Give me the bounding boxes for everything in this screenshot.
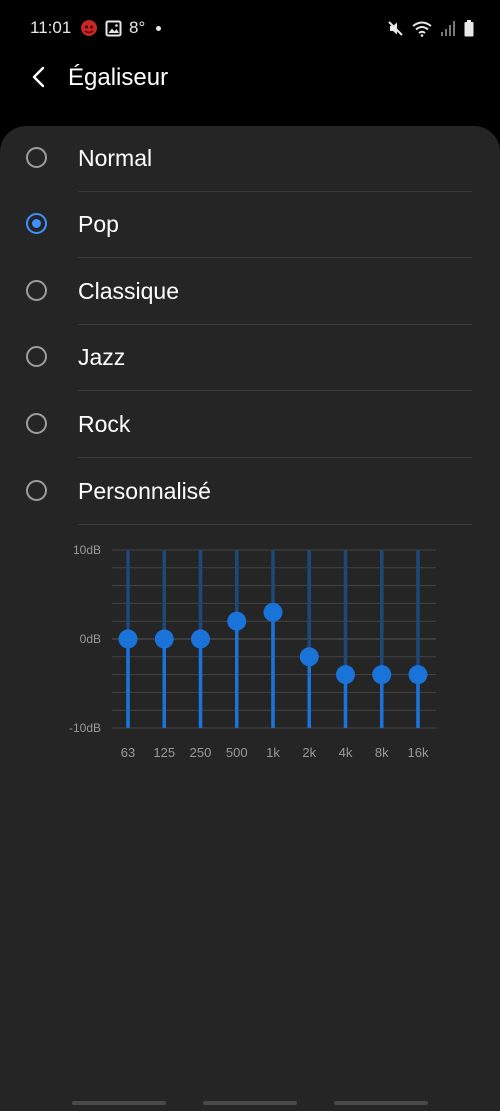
preset-normal[interactable]: Normal	[0, 126, 500, 192]
back-button[interactable]	[24, 62, 54, 92]
x-tick-label: 1k	[266, 745, 280, 760]
preset-classique[interactable]: Classique	[0, 259, 500, 325]
mute-icon	[388, 20, 403, 36]
status-icons-right	[387, 17, 474, 39]
divider	[78, 390, 472, 391]
preset-pop[interactable]: Pop	[0, 192, 500, 258]
preset-rock[interactable]: Rock	[0, 392, 500, 458]
slider-thumb	[191, 629, 210, 649]
nav-recents-button[interactable]	[72, 1101, 166, 1105]
x-tick-label: 250	[190, 745, 212, 760]
app-bar: Égaliseur	[0, 58, 500, 98]
preset-label: Jazz	[78, 344, 126, 370]
preset-label: Pop	[78, 211, 119, 237]
preset-label: Normal	[78, 145, 153, 171]
x-tick-label: 500	[226, 745, 248, 760]
preset-label: Rock	[78, 411, 131, 437]
x-tick-label: 2k	[302, 745, 316, 760]
page-title: Égaliseur	[68, 64, 169, 91]
x-tick-label: 8k	[375, 745, 389, 760]
navigation-bar	[0, 1091, 500, 1111]
x-tick-label: 4k	[339, 745, 353, 760]
y-tick-label: 10dB	[73, 543, 101, 557]
divider	[78, 457, 472, 458]
status-time: 11:01	[30, 18, 72, 37]
radio-button[interactable]	[26, 413, 47, 434]
equalizer-chart: 10dB 0dB -10dB 63 125 250 500 1k 2k 4k 8k 16k	[69, 543, 436, 760]
nav-back-button[interactable]	[334, 1101, 428, 1105]
signal-icon	[441, 20, 455, 36]
radio-button[interactable]	[26, 280, 47, 301]
radio-button-selected[interactable]	[26, 213, 47, 234]
chevron-left-icon	[32, 66, 45, 88]
preset-personnalise[interactable]: Personnalisé	[0, 459, 500, 525]
x-tick-label: 63	[121, 745, 135, 760]
radio-button[interactable]	[26, 480, 47, 501]
slider-thumb	[118, 629, 138, 649]
wifi-icon	[412, 21, 432, 37]
x-tick-label: 125	[153, 745, 175, 760]
x-tick-label: 16k	[408, 745, 429, 760]
notification-app-icon	[81, 20, 97, 36]
preset-jazz[interactable]: Jazz	[0, 325, 500, 391]
slider-thumb	[336, 665, 355, 685]
radio-button[interactable]	[26, 147, 47, 168]
slider-thumb	[154, 629, 174, 649]
slider-thumb	[408, 665, 428, 685]
radio-button[interactable]	[26, 346, 47, 367]
divider	[78, 257, 472, 258]
preset-label: Personnalisé	[78, 478, 211, 504]
image-icon	[105, 20, 122, 36]
nav-home-button[interactable]	[203, 1101, 297, 1105]
slider-thumb	[372, 665, 392, 685]
preset-label: Classique	[78, 278, 179, 304]
slider-thumb	[263, 602, 283, 622]
status-bar: 11:01 8°	[0, 0, 500, 58]
status-temperature: 8°	[129, 18, 146, 37]
slider-thumb	[227, 611, 247, 631]
y-tick-label: -10dB	[69, 721, 101, 735]
dot-icon	[156, 25, 162, 31]
battery-icon	[464, 19, 474, 36]
y-tick-label: 0dB	[80, 632, 101, 646]
status-icons-left: 8°	[80, 17, 162, 39]
slider-thumb	[299, 647, 319, 667]
divider	[78, 524, 472, 525]
